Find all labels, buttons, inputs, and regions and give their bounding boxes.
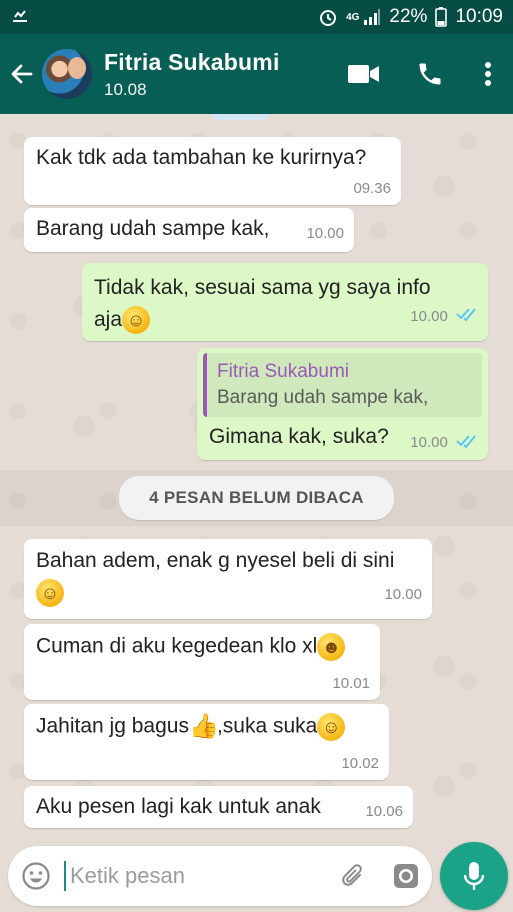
- unread-divider: 4 PESAN BELUM DIBACA: [0, 470, 513, 526]
- phone-icon[interactable]: [397, 44, 463, 104]
- chat-area[interactable]: Kak tdk ada tambahan ke kurirnya? 09.36 …: [0, 114, 513, 842]
- battery-icon: [435, 7, 448, 27]
- unread-count-label: 4 PESAN BELUM DIBACA: [119, 476, 394, 520]
- message-outgoing[interactable]: Fitria Sukabumi Barang udah sampe kak, G…: [197, 348, 488, 460]
- battery-percent: 22%: [389, 6, 428, 27]
- message-outgoing[interactable]: Tidak kak, sesuai sama yg saya info aja ☺…: [82, 263, 488, 341]
- halo-emoji-icon: ☺: [317, 713, 346, 741]
- clock: 10:09: [455, 6, 503, 27]
- status-bar: 4G 22% 10:09: [0, 0, 513, 34]
- message-text: Aku pesen lagi kak untuk anak: [36, 795, 321, 818]
- message-text: Bahan adem, enak g nyesel beli di sini: [36, 549, 395, 572]
- message-input-box[interactable]: Ketik pesan: [8, 846, 432, 906]
- message-incoming[interactable]: Cuman di aku kegedean klo xl ☻ 10.01: [24, 624, 380, 700]
- message-time: 10.06: [365, 803, 403, 820]
- quote-author: Fitria Sukabumi: [217, 361, 349, 382]
- smile-emoji-icon: ☺: [122, 306, 151, 335]
- message-text-part2: ,suka suka: [216, 714, 318, 738]
- message-time: 10.00: [384, 586, 422, 603]
- message-text: Jahitan jg bagus: [36, 714, 189, 738]
- last-seen: 10.08: [104, 79, 147, 99]
- signal-icon: [363, 8, 381, 26]
- attach-icon[interactable]: [328, 861, 380, 891]
- composer-bar: Ketik pesan: [0, 842, 513, 912]
- message-text: Kak tdk ada tambahan ke kurirnya?: [36, 146, 367, 169]
- message-text: Tidak kak, sesuai sama yg saya info: [94, 276, 431, 299]
- usb-debug-icon: [10, 7, 30, 27]
- message-incoming[interactable]: Jahitan jg bagus👍,suka suka ☺ 10.02: [24, 704, 389, 780]
- mic-icon[interactable]: [440, 842, 508, 910]
- avatar[interactable]: [42, 49, 92, 99]
- hand-over-mouth-emoji-icon: ☻: [317, 633, 346, 661]
- read-ticks-icon: [456, 434, 478, 452]
- more-vert-icon[interactable]: [463, 44, 513, 104]
- video-call-icon[interactable]: [331, 44, 397, 104]
- blush-emoji-icon: ☺: [36, 579, 64, 608]
- message-time: 09.36: [353, 180, 391, 197]
- camera-icon[interactable]: [380, 861, 432, 891]
- contact-info[interactable]: Fitria Sukabumi 10.08: [104, 49, 331, 100]
- message-time: 10.02: [341, 755, 379, 772]
- message-time: 10.00: [410, 433, 448, 451]
- message-time: 10.00: [410, 307, 448, 325]
- message-incoming[interactable]: Aku pesen lagi kak untuk anak 10.06: [24, 786, 413, 828]
- message-time: 10.01: [332, 675, 370, 692]
- message-text-line2: aja: [94, 308, 123, 331]
- message-time-row: 10.00: [410, 434, 478, 452]
- network-type: 4G: [346, 11, 360, 23]
- chat-header: Fitria Sukabumi 10.08: [0, 34, 513, 114]
- message-incoming[interactable]: Bahan adem, enak g nyesel beli di sini ☺…: [24, 539, 432, 619]
- message-time: 10.00: [306, 225, 344, 242]
- thumbs-up-emoji-icon: 👍: [188, 713, 219, 740]
- message-time-row: 10.00: [410, 301, 478, 333]
- message-incoming[interactable]: Barang udah sampe kak, 10.00: [24, 208, 354, 252]
- message-text: Cuman di aku kegedean klo xl: [36, 634, 318, 658]
- message-input[interactable]: Ketik pesan: [70, 863, 328, 889]
- emoji-icon[interactable]: [8, 861, 64, 891]
- message-incoming[interactable]: Kak tdk ada tambahan ke kurirnya? 09.36: [24, 137, 401, 205]
- back-arrow-icon[interactable]: [2, 34, 42, 114]
- message-text: Gimana kak, suka?: [209, 425, 389, 448]
- read-ticks-icon: [456, 301, 478, 333]
- contact-name: Fitria Sukabumi: [104, 48, 280, 75]
- message-text: Barang udah sampe kak,: [36, 217, 270, 240]
- alarm-icon: [318, 7, 338, 27]
- text-cursor: [64, 861, 66, 891]
- quoted-message[interactable]: Fitria Sukabumi Barang udah sampe kak,: [203, 353, 482, 417]
- date-chip: [212, 114, 270, 120]
- quote-text: Barang udah sampe kak,: [217, 387, 429, 408]
